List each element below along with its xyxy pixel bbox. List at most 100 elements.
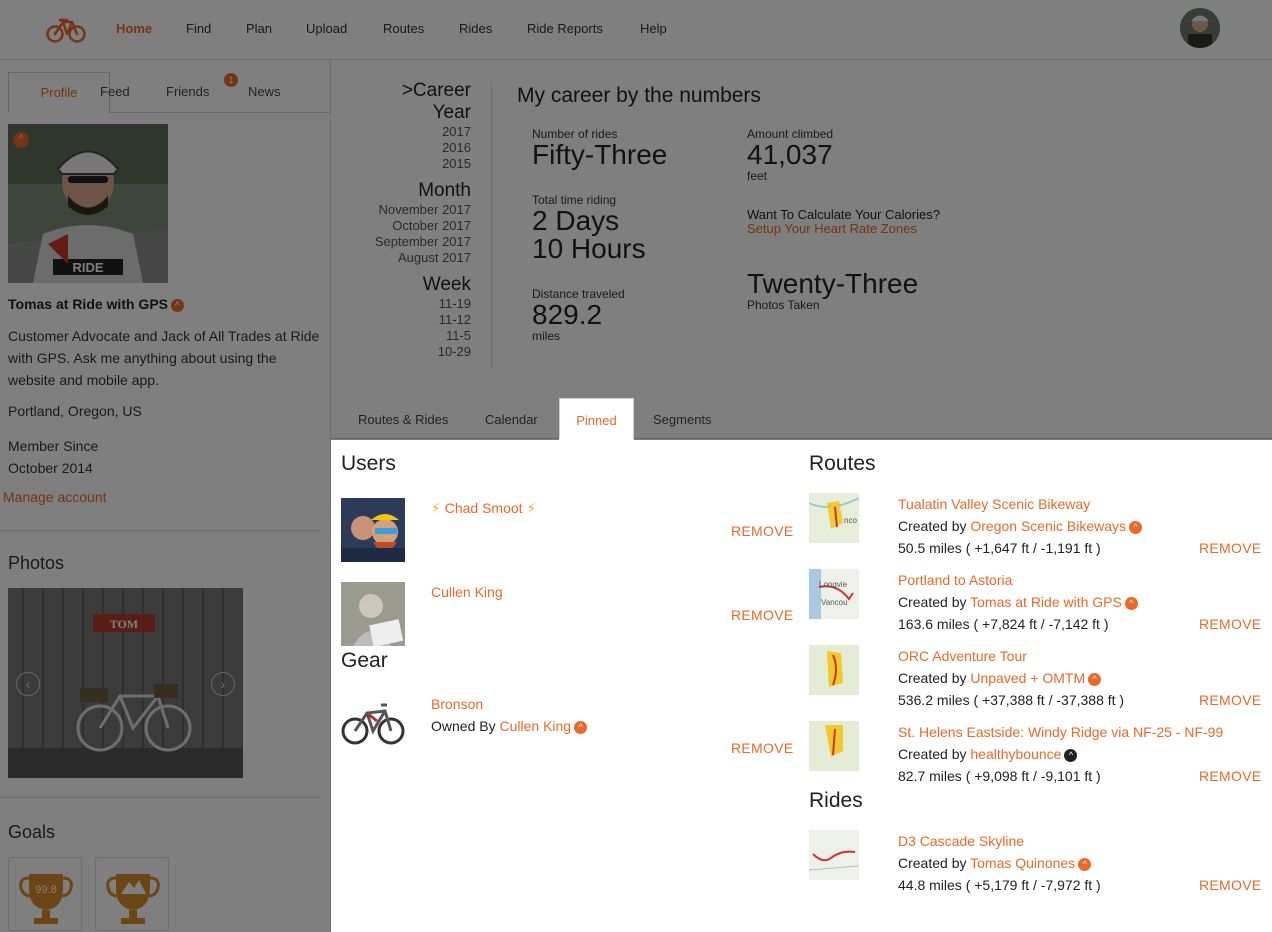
heart-rate-zones-link[interactable]: Setup Your Heart Rate Zones bbox=[747, 221, 917, 236]
route-creator-line: Created by healthybounce ^ bbox=[898, 746, 1078, 762]
pinned-user-name[interactable]: Cullen King bbox=[431, 584, 503, 600]
user-avatar[interactable] bbox=[1180, 8, 1220, 48]
owned-by-label: Owned By bbox=[431, 718, 496, 734]
gear-owner-line: Owned By Cullen King ^ bbox=[431, 718, 588, 734]
remove-button[interactable]: REMOVE bbox=[731, 607, 793, 623]
top-nav: Home Find Plan Upload Routes Rides Ride … bbox=[0, 0, 1272, 60]
route-map-thumbnail[interactable]: Longvie Vancou bbox=[809, 569, 859, 619]
divider bbox=[491, 82, 492, 368]
period-month[interactable]: October 2017 bbox=[331, 218, 471, 234]
carousel-next-button[interactable]: › bbox=[211, 672, 235, 696]
stat-rides: Number of rides Fifty-Three bbox=[532, 127, 667, 169]
goal-badge[interactable]: 99.8 bbox=[8, 857, 82, 931]
period-month[interactable]: November 2017 bbox=[331, 202, 472, 218]
pinned-user-name[interactable]: Chad Smoot bbox=[445, 500, 523, 516]
period-week[interactable]: 10-29 bbox=[331, 344, 471, 360]
creator-link[interactable]: Tomas Quinones bbox=[970, 855, 1075, 871]
bicycle-logo-icon[interactable] bbox=[46, 14, 86, 44]
creator-link[interactable]: Oregon Scenic Bikeways bbox=[970, 518, 1126, 534]
user-thumbnail[interactable] bbox=[341, 498, 405, 562]
photo-carousel[interactable]: TOM ‹ › bbox=[8, 588, 243, 778]
remove-button[interactable]: REMOVE bbox=[731, 740, 793, 756]
lightning-icon: ⚡ bbox=[431, 500, 441, 516]
chevron-up-icon: ^ bbox=[1088, 673, 1102, 686]
user-thumbnail[interactable] bbox=[341, 582, 405, 646]
profile-sidebar: Profile Feed Friends 1 News RIDE ^ Tomas… bbox=[0, 60, 331, 932]
friends-notification-badge: 1 bbox=[224, 73, 238, 87]
stat-climbed: Amount climbed 41,037 feet bbox=[747, 127, 833, 183]
goals-title: Goals bbox=[8, 822, 56, 842]
gear-thumbnail[interactable] bbox=[341, 691, 405, 755]
stat-distance: Distance traveled 829.2 miles bbox=[532, 287, 625, 343]
nav-help[interactable]: Help bbox=[640, 21, 667, 36]
period-year[interactable]: 2015 bbox=[331, 156, 471, 172]
nav-routes[interactable]: Routes bbox=[383, 21, 424, 36]
remove-button[interactable]: REMOVE bbox=[1199, 692, 1261, 708]
remove-button[interactable]: REMOVE bbox=[731, 523, 793, 539]
chevron-up-icon: ^ bbox=[13, 132, 29, 148]
nav-upload[interactable]: Upload bbox=[306, 21, 347, 36]
tab-friends[interactable]: Friends bbox=[166, 84, 209, 99]
stat-unit: feet bbox=[747, 169, 768, 183]
manage-account-link[interactable]: Manage account bbox=[3, 489, 107, 505]
tab-news[interactable]: News bbox=[248, 84, 281, 99]
profile-location: Portland, Oregon, US bbox=[8, 403, 142, 419]
tab-calendar[interactable]: Calendar bbox=[485, 412, 538, 427]
route-name[interactable]: St. Helens Eastside: Windy Ridge via NF-… bbox=[898, 724, 1223, 740]
route-name[interactable]: Portland to Astoria bbox=[898, 572, 1012, 588]
nav-plan[interactable]: Plan bbox=[246, 21, 272, 36]
content-tabs: Routes & Rides Calendar Pinned Segments bbox=[331, 398, 1272, 439]
period-year[interactable]: 2017 bbox=[331, 124, 471, 140]
stat-value: Twenty-Three bbox=[747, 268, 919, 299]
nav-home[interactable]: Home bbox=[116, 21, 152, 36]
route-stats: 82.7 miles ( +9,098 ft / -9,101 ft ) bbox=[898, 768, 1101, 784]
route-map-thumbnail[interactable]: nco bbox=[809, 493, 859, 543]
created-by-label: Created by bbox=[898, 594, 967, 610]
gear-name[interactable]: Bronson bbox=[431, 696, 483, 712]
remove-button[interactable]: REMOVE bbox=[1199, 540, 1261, 556]
created-by-label: Created by bbox=[898, 746, 967, 762]
carousel-prev-button[interactable]: ‹ bbox=[16, 672, 40, 696]
remove-button[interactable]: REMOVE bbox=[1199, 768, 1261, 784]
nav-find[interactable]: Find bbox=[186, 21, 211, 36]
tab-feed[interactable]: Feed bbox=[100, 84, 130, 99]
svg-text:Vancou: Vancou bbox=[821, 598, 848, 607]
profile-photo[interactable]: RIDE ^ bbox=[8, 124, 168, 283]
goal-badge[interactable] bbox=[95, 857, 169, 931]
period-month[interactable]: September 2017 bbox=[331, 234, 471, 250]
period-career[interactable]: >Career bbox=[331, 80, 471, 102]
profile-name: Tomas at Ride with GPS ^ bbox=[8, 296, 184, 312]
tab-segments[interactable]: Segments bbox=[653, 412, 712, 427]
remove-button[interactable]: REMOVE bbox=[1199, 616, 1261, 632]
route-name[interactable]: ORC Adventure Tour bbox=[898, 648, 1027, 664]
stat-value: Fifty-Three bbox=[532, 139, 668, 170]
pinned-user[interactable]: ⚡ Chad Smoot ⚡ bbox=[431, 500, 536, 517]
route-map-thumbnail[interactable] bbox=[809, 721, 859, 771]
period-month[interactable]: August 2017 bbox=[331, 250, 471, 266]
period-week[interactable]: 11-19 bbox=[331, 296, 471, 312]
period-week[interactable]: 11-12 bbox=[331, 312, 471, 328]
chevron-up-icon: ^ bbox=[1124, 597, 1138, 610]
tab-profile[interactable]: Profile bbox=[8, 72, 110, 113]
gear-owner-link[interactable]: Cullen King bbox=[499, 718, 571, 734]
ride-map-thumbnail[interactable] bbox=[809, 830, 859, 880]
route-name[interactable]: Tualatin Valley Scenic Bikeway bbox=[898, 496, 1090, 512]
ride-name[interactable]: D3 Cascade Skyline bbox=[898, 833, 1024, 849]
route-map-thumbnail[interactable] bbox=[809, 645, 859, 695]
stat-label: Photos Taken bbox=[747, 298, 820, 312]
calories-prompt: Want To Calculate Your Calories? Setup Y… bbox=[747, 208, 947, 236]
period-year[interactable]: 2016 bbox=[331, 140, 471, 156]
nav-rides[interactable]: Rides bbox=[459, 21, 492, 36]
creator-link[interactable]: Unpaved + OMTM bbox=[970, 670, 1085, 686]
creator-link[interactable]: Tomas at Ride with GPS bbox=[970, 594, 1122, 610]
routes-title: Routes bbox=[809, 452, 876, 475]
remove-button[interactable]: REMOVE bbox=[1199, 877, 1261, 893]
pinned-panel: Users ⚡ Chad Smoot ⚡ REMOVE Cullen King … bbox=[331, 440, 1272, 932]
nav-ride-reports[interactable]: Ride Reports bbox=[527, 21, 603, 36]
gear-title: Gear bbox=[341, 649, 388, 672]
divider bbox=[0, 530, 322, 531]
tab-routes-rides[interactable]: Routes & Rides bbox=[358, 412, 448, 427]
creator-link[interactable]: healthybounce bbox=[970, 746, 1061, 762]
period-week[interactable]: 11-5 bbox=[331, 328, 471, 344]
tab-pinned[interactable]: Pinned bbox=[559, 398, 634, 439]
